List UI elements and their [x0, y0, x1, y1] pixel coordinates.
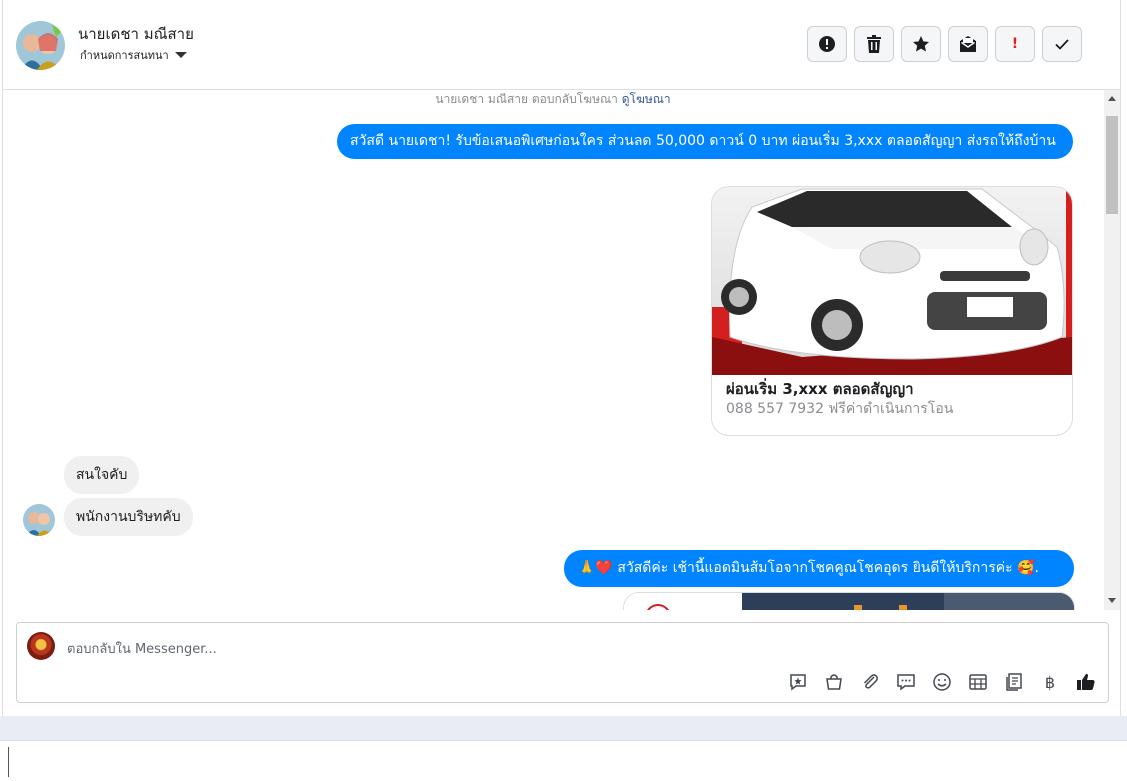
text-caret: [8, 747, 9, 777]
reply-input[interactable]: ตอบกลับใน Messenger...: [67, 638, 217, 659]
scroll-thumb[interactable]: [1106, 116, 1118, 214]
page-avatar: [27, 632, 55, 660]
shopping-bag-icon[interactable]: [823, 671, 845, 693]
outgoing-message[interactable]: สวัสดี นายเดชา! รับข้อเสนอพิเศษก่อนใคร ส…: [337, 124, 1073, 159]
chevron-down-icon: [174, 52, 187, 58]
view-ad-link[interactable]: ดูโฆษณา: [622, 92, 671, 106]
contact-avatar[interactable]: [16, 21, 65, 70]
header-actions: !: [807, 26, 1082, 62]
contact-avatar-small: [23, 504, 55, 536]
ad-reply-text: นายเดชา มณีสาย ตอบกลับโฆษณา: [435, 92, 618, 106]
notes-icon[interactable]: [1003, 671, 1025, 693]
saved-reply-icon[interactable]: [787, 671, 809, 693]
scroll-up-arrow[interactable]: [1108, 96, 1116, 101]
thread-scrollbar[interactable]: [1104, 90, 1120, 610]
exclamation-icon: !: [1011, 36, 1019, 52]
message-text: สวัสดี นายเดชา! รับข้อเสนอพิเศษก่อนใคร ส…: [350, 133, 1056, 149]
emoji-icon[interactable]: [931, 671, 953, 693]
message-composer[interactable]: ตอบกลับใน Messenger... ฿: [16, 622, 1109, 703]
incoming-message[interactable]: พนักงานบริษทคับ: [64, 498, 193, 536]
image-attachment-preview[interactable]: [623, 592, 1075, 610]
panel-footer-strip: [0, 716, 1127, 740]
message-text: สนใจคับ: [76, 467, 128, 483]
delete-button[interactable]: [854, 26, 894, 62]
envelope-icon: [960, 36, 976, 52]
alert-circle-icon: [819, 36, 835, 52]
check-icon: [1055, 39, 1069, 50]
like-icon[interactable]: [1075, 671, 1097, 693]
car-image: [712, 187, 1072, 375]
star-button[interactable]: [901, 26, 941, 62]
chat-bubbles-icon[interactable]: [895, 671, 917, 693]
incoming-message[interactable]: สนใจคับ: [64, 456, 140, 494]
message-thread[interactable]: นายเดชา มณีสาย ตอบกลับโฆษณา ดูโฆษณา สวัส…: [3, 90, 1103, 610]
star-icon: [913, 36, 929, 52]
message-text: 🙏❤️ สวัสดีค่ะ เช้านี้แอดมินส้มโอจากโชคคู…: [578, 560, 1039, 576]
bottom-input-area[interactable]: [0, 740, 1127, 781]
attachment-icon[interactable]: [859, 671, 881, 693]
ad-reply-note: นายเดชา มณีสาย ตอบกลับโฆษณา ดูโฆษณา: [3, 90, 1103, 109]
composer-toolbar: ฿: [787, 671, 1097, 693]
ad-card[interactable]: ผ่อนเริ่ม 3,xxx ตลอดสัญญา 088 557 7932 ฟ…: [711, 186, 1073, 436]
conversation-header: นายเดชา มณีสาย กำหนดการสนทนา !: [3, 0, 1120, 90]
ad-card-subtitle: 088 557 7932 ฟรีค่าดำเนินการโอน: [726, 401, 954, 417]
assign-conversation-dropdown[interactable]: กำหนดการสนทนา: [80, 46, 187, 64]
trash-icon: [867, 35, 881, 53]
conversation-panel: นายเดชา มณีสาย กำหนดการสนทนา ! นายเดชา ม…: [2, 0, 1121, 716]
mark-unread-button[interactable]: [948, 26, 988, 62]
baht-icon[interactable]: ฿: [1039, 671, 1061, 693]
scroll-down-arrow[interactable]: [1108, 598, 1116, 603]
assign-label: กำหนดการสนทนา: [80, 49, 169, 62]
spam-button[interactable]: [807, 26, 847, 62]
contact-name: นายเดชา มณีสาย: [78, 25, 194, 43]
outgoing-message[interactable]: 🙏❤️ สวัสดีค่ะ เช้านี้แอดมินส้มโอจากโชคคู…: [564, 550, 1074, 587]
follow-up-button[interactable]: !: [995, 26, 1035, 62]
done-button[interactable]: [1042, 26, 1082, 62]
table-icon[interactable]: [967, 671, 989, 693]
message-text: พนักงานบริษทคับ: [76, 509, 181, 525]
